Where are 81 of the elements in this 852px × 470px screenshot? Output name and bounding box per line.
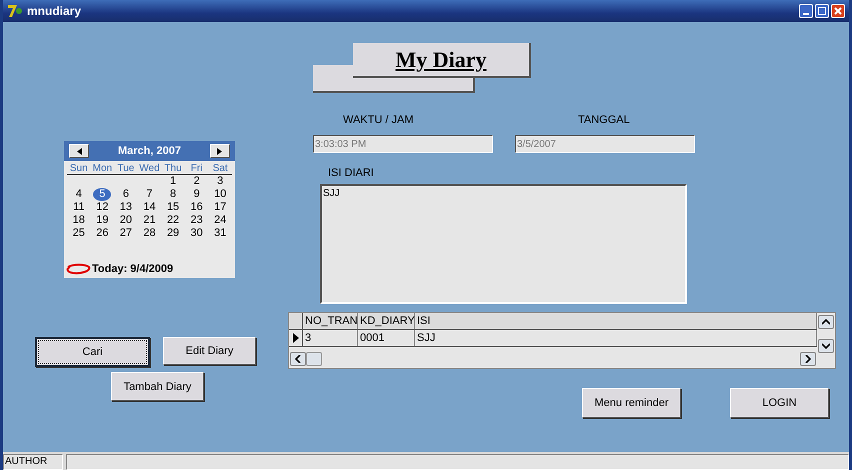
scroll-up-button[interactable] xyxy=(818,315,834,329)
status-bar-panel: AUTHOR xyxy=(3,454,63,470)
calendar-day[interactable]: 16 xyxy=(188,201,206,214)
app-icon xyxy=(7,3,23,19)
calendar-day[interactable]: 12 xyxy=(93,201,112,214)
calendar-day[interactable]: 13 xyxy=(116,201,136,214)
scroll-right-button[interactable] xyxy=(800,352,816,366)
up-chevron-icon xyxy=(822,319,830,325)
field-label: ISI DIARI xyxy=(328,167,375,179)
column-header[interactable]: KD_DIARY xyxy=(358,313,415,329)
input-field[interactable]: 3:03:03 PM xyxy=(313,135,493,153)
calendar-day[interactable]: 14 xyxy=(140,201,159,214)
field-label: WAKTU / JAM xyxy=(343,114,414,126)
minimize-button[interactable] xyxy=(799,4,813,18)
input-field[interactable]: 3/5/2007 xyxy=(515,135,695,153)
calendar-day[interactable]: 28 xyxy=(140,227,159,240)
weekday-label: Tue xyxy=(116,163,136,174)
left-triangle-icon xyxy=(76,148,82,154)
close-icon xyxy=(834,7,842,15)
calendar-day[interactable]: 22 xyxy=(164,214,182,227)
form-button[interactable]: Cari xyxy=(35,337,150,367)
weekday-label: Fri xyxy=(190,163,204,174)
scroll-down-button[interactable] xyxy=(818,339,834,353)
calendar-day[interactable]: 21 xyxy=(140,214,159,227)
calendar-day[interactable]: 17 xyxy=(211,201,230,214)
maximize-button[interactable] xyxy=(815,4,829,18)
form-button[interactable]: Edit Diary xyxy=(163,337,256,365)
left-chevron-icon xyxy=(295,355,301,363)
form-button[interactable]: LOGIN xyxy=(730,388,829,418)
calendar-day[interactable]: 3 xyxy=(214,175,226,188)
calendar-day[interactable]: 4 xyxy=(72,188,85,201)
form-button[interactable]: Menu reminder xyxy=(582,388,681,418)
previous-month-button[interactable] xyxy=(69,144,89,158)
calendar-day[interactable]: 9 xyxy=(190,188,203,201)
form-title: My Diary xyxy=(395,46,487,72)
weekday-label: Sat xyxy=(212,163,229,174)
table-cell: 3 xyxy=(303,330,358,346)
weekday-label: Thu xyxy=(163,163,183,174)
current-row-icon xyxy=(292,333,298,343)
calendar-day[interactable]: 26 xyxy=(93,227,112,240)
weekday-label: Wed xyxy=(138,163,161,174)
scroll-left-button[interactable] xyxy=(290,352,306,366)
calendar-day[interactable]: 11 xyxy=(70,201,88,214)
calendar-day[interactable]: 10 xyxy=(211,188,230,201)
weekday-label: Sun xyxy=(68,163,89,174)
right-triangle-icon xyxy=(217,148,222,154)
diary-text-area[interactable]: SJJ xyxy=(320,184,687,304)
table-cell: 0001 xyxy=(358,330,415,346)
calendar-day[interactable]: 20 xyxy=(116,214,136,227)
today-label[interactable]: Today: 9/4/2009 xyxy=(92,263,174,275)
close-button[interactable] xyxy=(831,4,845,18)
calendar-day[interactable]: 29 xyxy=(164,227,182,240)
calendar-day[interactable]: 19 xyxy=(93,214,112,227)
calendar-day[interactable]: 25 xyxy=(70,227,88,240)
calendar-day[interactable]: 23 xyxy=(188,214,206,227)
horizontal-scrollbar[interactable] xyxy=(289,352,817,368)
calendar-day[interactable]: 8 xyxy=(167,188,180,201)
calendar-day[interactable]: 5 xyxy=(93,188,112,201)
table-cell: SJJ xyxy=(415,330,817,346)
weekday-label: Mon xyxy=(92,163,114,174)
window-title: mnudiary xyxy=(27,4,82,18)
calendar-day[interactable]: 1 xyxy=(167,175,180,188)
calendar-day[interactable]: 15 xyxy=(164,201,182,214)
form-button[interactable]: Tambah Diary xyxy=(111,372,204,401)
column-header[interactable]: ISI xyxy=(415,313,817,329)
maximize-icon xyxy=(818,7,826,15)
calendar-day[interactable]: 27 xyxy=(116,227,136,240)
right-chevron-icon xyxy=(805,355,811,363)
calendar-day[interactable]: 6 xyxy=(120,188,132,201)
calendar-day[interactable]: 18 xyxy=(70,214,88,227)
down-chevron-icon xyxy=(822,343,830,349)
month-title: March, 2007 xyxy=(118,145,181,157)
calendar-day[interactable]: 2 xyxy=(190,175,203,188)
next-month-button[interactable] xyxy=(210,144,230,158)
calendar-day[interactable]: 24 xyxy=(211,214,230,227)
column-header[interactable]: NO_TRAN xyxy=(303,313,358,329)
calendar-day[interactable]: 31 xyxy=(211,227,230,240)
calendar-day[interactable]: 30 xyxy=(188,227,206,240)
calendar-day[interactable]: 7 xyxy=(143,188,156,201)
scroll-thumb[interactable] xyxy=(306,352,322,366)
field-label: TANGGAL xyxy=(578,114,631,126)
